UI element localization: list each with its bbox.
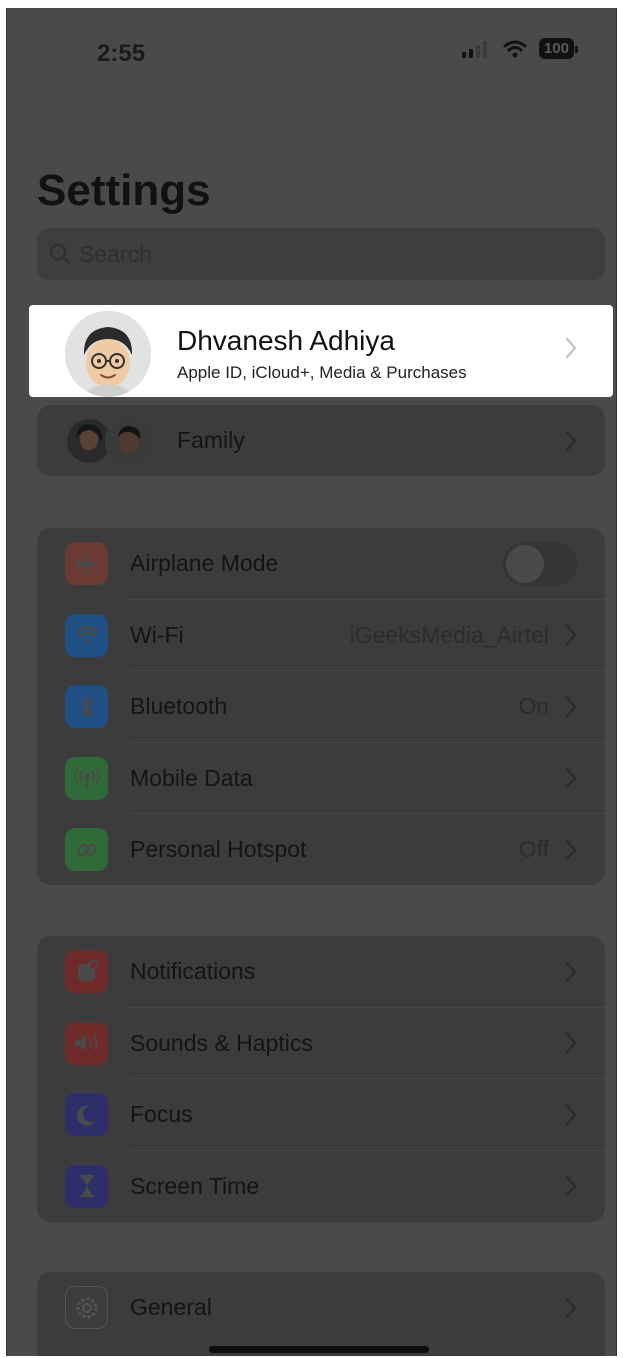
chevron-right-icon	[565, 337, 577, 359]
chevron-right-icon	[565, 625, 577, 646]
chevron-right-icon	[565, 430, 577, 451]
settings-row-label: Screen Time	[130, 1172, 260, 1199]
family-member-avatar	[105, 416, 153, 465]
profile-name: Dhvanesh Adhiya	[177, 325, 395, 356]
gear-icon	[65, 1286, 108, 1330]
speaker-icon	[65, 1021, 108, 1065]
settings-row-focus[interactable]: Focus	[37, 1079, 605, 1151]
toggle-knob	[506, 544, 544, 583]
family-avatars	[65, 405, 153, 476]
hourglass-icon	[65, 1164, 108, 1208]
home-indicator[interactable]	[209, 1346, 429, 1353]
battery-indicator: 100	[538, 38, 579, 59]
chevron-right-icon	[565, 696, 577, 717]
settings-row-notifications[interactable]: Notifications	[37, 936, 605, 1008]
status-icons: 100	[461, 38, 579, 59]
signal-icon	[461, 40, 487, 58]
moon-icon	[65, 1093, 108, 1137]
settings-row-wifi[interactable]: Wi-Fi iGeeksMedia_Airtel	[37, 600, 605, 671]
family-row[interactable]: Family	[37, 405, 605, 477]
settings-row-airplane-mode: Airplane Mode	[37, 528, 605, 600]
general-group: General	[37, 1272, 605, 1356]
settings-row-label: Personal Hotspot	[130, 836, 307, 863]
chevron-right-icon	[565, 768, 577, 789]
settings-row-value: Off	[518, 836, 549, 863]
profile-subtitle: Apple ID, iCloud+, Media & Purchases	[177, 363, 467, 382]
alerts-group: Notifications Sounds & Haptics Focus Scr…	[37, 936, 605, 1222]
page-title: Settings	[37, 166, 211, 215]
hotspot-icon	[65, 828, 108, 872]
chevron-right-icon	[565, 1176, 577, 1197]
search-icon	[49, 243, 71, 265]
settings-row-label: General	[130, 1294, 212, 1321]
chevron-right-icon	[565, 1104, 577, 1125]
settings-row-label: Focus	[130, 1101, 193, 1128]
antenna-icon	[65, 756, 108, 800]
airplane-mode-toggle[interactable]	[503, 541, 577, 586]
connectivity-group: Airplane Mode Wi-Fi iGeeksMedia_Airtel B…	[37, 528, 605, 885]
settings-row-personal-hotspot[interactable]: Personal Hotspot Off	[37, 814, 605, 886]
settings-row-label: Sounds & Haptics	[130, 1029, 313, 1056]
settings-row-value: iGeeksMedia_Airtel	[349, 621, 549, 648]
apple-id-profile-row[interactable]: Dhvanesh Adhiya Apple ID, iCloud+, Media…	[29, 305, 613, 397]
chevron-right-icon	[565, 961, 577, 982]
settings-row-label: Airplane Mode	[130, 550, 279, 577]
family-label: Family	[177, 427, 245, 454]
airplane-icon	[65, 542, 108, 586]
search-placeholder: Search	[79, 240, 152, 267]
settings-row-bluetooth[interactable]: Bluetooth On	[37, 671, 605, 743]
settings-row-label: Notifications	[130, 958, 256, 985]
settings-row-general[interactable]: General	[37, 1272, 605, 1344]
family-group: Family	[37, 405, 605, 476]
settings-screen: 2:55 100 Settings Search Dhvanesh Adhiya…	[6, 8, 617, 1356]
chevron-right-icon	[565, 839, 577, 860]
avatar	[65, 311, 151, 397]
settings-row-mobile-data[interactable]: Mobile Data	[37, 743, 605, 814]
bell-icon	[65, 950, 108, 994]
wifi-icon	[65, 613, 108, 657]
bluetooth-icon	[65, 685, 108, 729]
search-input[interactable]: Search	[37, 228, 605, 280]
settings-row-screen-time[interactable]: Screen Time	[37, 1151, 605, 1223]
wifi-status-icon	[503, 40, 527, 57]
settings-row-label: Bluetooth	[130, 693, 228, 720]
chevron-right-icon	[565, 1033, 577, 1054]
settings-row-value: On	[518, 693, 549, 720]
settings-row-label: Mobile Data	[130, 764, 253, 791]
settings-row-sounds-haptics[interactable]: Sounds & Haptics	[37, 1008, 605, 1079]
settings-row-label: Wi-Fi	[130, 621, 184, 648]
status-time: 2:55	[97, 40, 146, 67]
chevron-right-icon	[565, 1297, 577, 1318]
